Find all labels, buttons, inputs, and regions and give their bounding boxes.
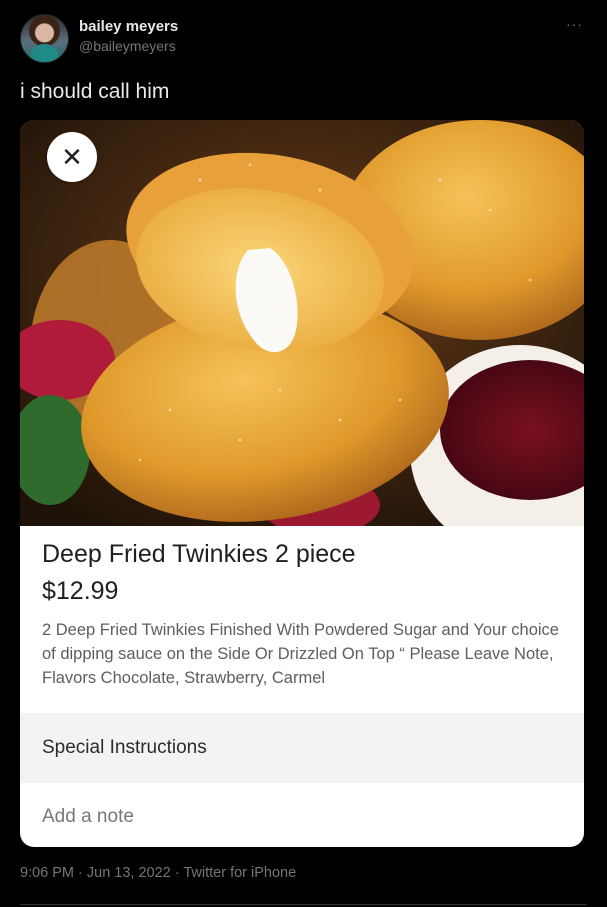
author-display-name[interactable]: bailey meyers <box>79 18 178 36</box>
author-handle[interactable]: @baileymeyers <box>79 36 178 56</box>
close-button[interactable]: ✕ <box>47 132 97 182</box>
author-names: bailey meyers @baileymeyers <box>79 18 178 56</box>
tweet-text: i should call him <box>20 80 170 103</box>
item-title: Deep Fried Twinkies 2 piece <box>42 540 356 568</box>
special-instructions-section: Special Instructions <box>20 713 584 783</box>
fried-twinkies-image <box>20 120 584 526</box>
divider <box>20 904 587 905</box>
tweet-timestamp[interactable]: 9:06 PM · Jun 13, 2022 · Twitter for iPh… <box>20 865 296 881</box>
special-instructions-label: Special Instructions <box>42 737 207 758</box>
item-description: 2 Deep Fried Twinkies Finished With Powd… <box>42 621 559 687</box>
add-note-input[interactable] <box>42 802 562 832</box>
food-photo[interactable]: ✕ <box>20 120 584 526</box>
menu-item-card: ✕ Deep Fried Twinkies 2 piece $12.99 2 D… <box>20 120 584 847</box>
item-price: $12.99 <box>42 577 119 605</box>
more-options-icon[interactable]: ··· <box>566 16 583 32</box>
tweet-header: bailey meyers @baileymeyers ··· <box>20 14 587 64</box>
avatar[interactable] <box>20 14 69 63</box>
